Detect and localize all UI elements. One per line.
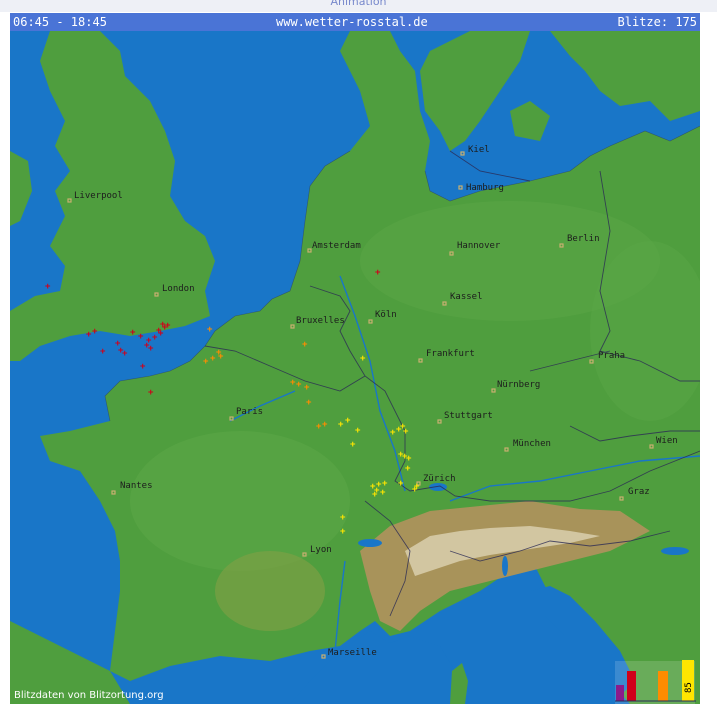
svg-text:+: + <box>350 440 356 450</box>
svg-text:+: + <box>340 513 346 523</box>
map-header: 06:45 - 18:45 www.wetter-rosstal.de Blit… <box>10 13 700 31</box>
svg-text:+: + <box>130 328 136 338</box>
hist-bar-1 <box>616 685 624 701</box>
land-zealand <box>510 101 550 141</box>
city-label-frankfurt: Frankfurt <box>426 349 475 359</box>
svg-text:+: + <box>207 325 213 335</box>
svg-text:+: + <box>380 488 386 498</box>
svg-text:+: + <box>92 327 98 337</box>
svg-text:+: + <box>302 340 308 350</box>
city-label-nuernberg: Nürnberg <box>497 380 540 390</box>
data-credit: Blitzdaten von Blitzortung.org <box>14 690 164 701</box>
city-label-nantes: Nantes <box>120 481 153 491</box>
svg-text:+: + <box>355 426 361 436</box>
svg-text:+: + <box>340 527 346 537</box>
svg-text:+: + <box>306 398 312 408</box>
city-label-praha: Praha <box>598 351 625 361</box>
city-marker-marseille <box>321 654 326 659</box>
svg-text:+: + <box>296 380 302 390</box>
svg-text:+: + <box>45 282 51 292</box>
city-label-paris: Paris <box>236 407 263 417</box>
city-label-marseille: Marseille <box>328 648 377 658</box>
land-sweden <box>550 31 700 121</box>
land-ireland <box>10 151 32 226</box>
massif-central <box>215 551 325 631</box>
svg-text:+: + <box>338 420 344 430</box>
city-label-london: London <box>162 284 195 294</box>
svg-text:+: + <box>218 352 224 362</box>
svg-text:+: + <box>322 420 328 430</box>
land-denmark <box>420 31 530 151</box>
city-label-koeln: Köln <box>375 310 397 320</box>
animation-link[interactable]: Animation <box>0 0 717 8</box>
strike-histogram: 85 <box>615 660 696 704</box>
hist-bar-2 <box>627 671 636 701</box>
lightning-map: Kiel Hamburg Liverpool Amsterdam Hannove… <box>10 31 700 704</box>
svg-text:+: + <box>414 482 420 492</box>
city-label-berlin: Berlin <box>567 234 600 244</box>
svg-text:+: + <box>140 362 146 372</box>
city-marker-kiel <box>460 151 465 156</box>
hist-bar-3 <box>658 671 668 701</box>
svg-text:+: + <box>100 347 106 357</box>
city-label-wien: Wien <box>656 436 678 446</box>
svg-text:+: + <box>406 454 412 464</box>
city-label-liverpool: Liverpool <box>74 191 123 201</box>
svg-text:+: + <box>345 416 351 426</box>
svg-text:+: + <box>165 321 171 331</box>
city-marker-hamburg <box>458 185 463 190</box>
svg-text:+: + <box>405 464 411 474</box>
city-label-zuerich: Zürich <box>423 474 456 484</box>
map-canvas: Kiel Hamburg Liverpool Amsterdam Hannove… <box>10 31 700 704</box>
lake-balaton <box>661 547 689 555</box>
lake-geneva <box>358 539 382 547</box>
svg-text:+: + <box>148 388 154 398</box>
city-label-lyon: Lyon <box>310 545 332 555</box>
svg-text:+: + <box>122 349 128 359</box>
lake-garda <box>502 556 508 576</box>
svg-text:+: + <box>375 268 381 278</box>
top-strip: Animation <box>0 0 717 12</box>
strike-count: Blitze: 175 <box>617 15 697 29</box>
svg-text:+: + <box>304 383 310 393</box>
city-label-graz: Graz <box>628 487 650 497</box>
city-label-bruxelles: Bruxelles <box>296 316 345 326</box>
hist-bar-4 <box>682 660 694 701</box>
svg-text:+: + <box>372 490 378 500</box>
city-label-stuttgart: Stuttgart <box>444 411 493 421</box>
site-url: www.wetter-rosstal.de <box>276 15 428 29</box>
histogram-max-label: 85 <box>684 682 694 693</box>
city-label-muenchen: München <box>513 439 551 449</box>
city-label-hannover: Hannover <box>457 241 501 251</box>
time-range: 06:45 - 18:45 <box>13 15 107 29</box>
city-label-kiel: Kiel <box>468 145 490 155</box>
city-label-kassel: Kassel <box>450 292 483 302</box>
city-label-hamburg: Hamburg <box>466 183 504 193</box>
svg-text:+: + <box>403 427 409 437</box>
svg-text:+: + <box>148 344 154 354</box>
svg-text:+: + <box>360 354 366 364</box>
svg-text:+: + <box>158 329 164 339</box>
svg-text:+: + <box>398 479 404 489</box>
city-label-amsterdam: Amsterdam <box>312 241 361 251</box>
svg-text:+: + <box>203 357 209 367</box>
